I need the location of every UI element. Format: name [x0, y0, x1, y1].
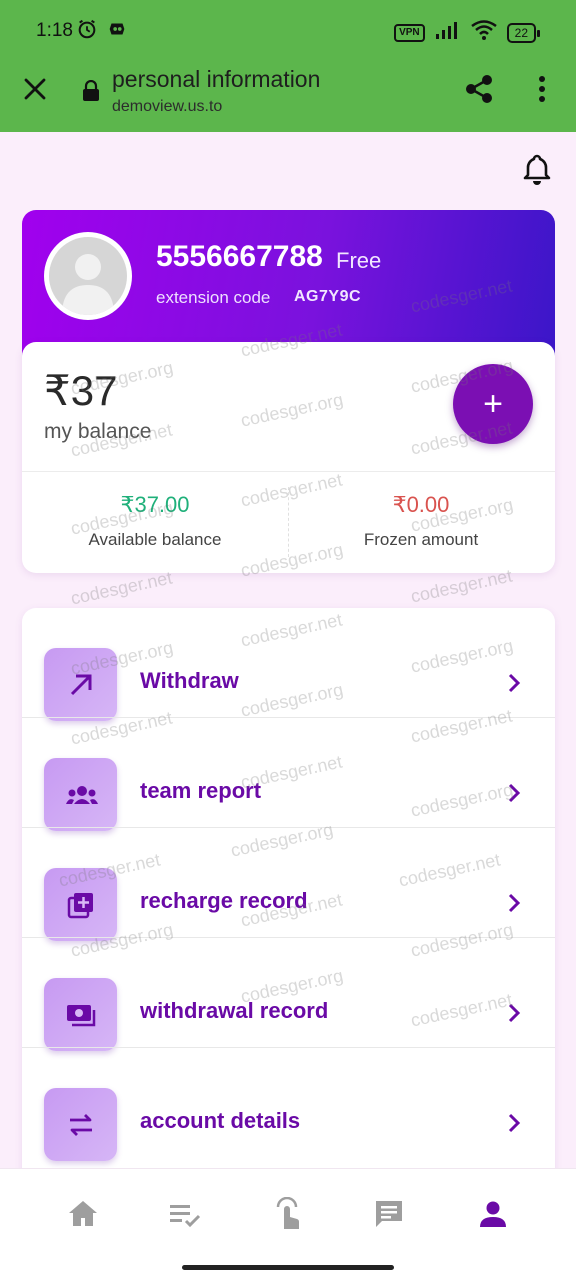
menu-item-label: recharge record: [140, 888, 308, 913]
balance-amount: ₹37: [44, 367, 118, 414]
group-icon: [44, 758, 117, 831]
chevron-right-icon: [506, 1002, 522, 1029]
battery-indicator: 22: [506, 22, 541, 43]
alarm-icon: [76, 18, 98, 45]
add-funds-button[interactable]: +: [453, 364, 533, 444]
app-notification-icon: [106, 18, 128, 45]
available-balance-value: ₹37.00: [120, 492, 190, 517]
browser-toolbar: personal information demoview.us.to: [0, 62, 576, 132]
share-icon: [466, 75, 492, 103]
close-icon: [24, 78, 46, 100]
divider: [22, 471, 555, 472]
watermark: codesger.net: [68, 567, 174, 609]
swap-icon: [44, 1088, 117, 1161]
menu-item-label: team report: [140, 778, 262, 803]
nav-chat-button[interactable]: [372, 1197, 412, 1233]
chevron-right-icon: [506, 1112, 522, 1139]
avatar[interactable]: [44, 232, 132, 320]
home-indicator: [182, 1265, 394, 1270]
available-balance-label: Available balance: [88, 530, 222, 549]
person-icon: [480, 1201, 506, 1227]
membership-tier: Free: [336, 248, 382, 273]
nav-home-button[interactable]: [66, 1197, 106, 1233]
home-icon: [69, 1201, 97, 1226]
user-phone: 5556667788: [156, 240, 323, 273]
frozen-amount-block: ₹0.00 Frozen amount: [288, 492, 554, 550]
payments-icon: [44, 978, 117, 1051]
wifi-icon: [470, 20, 497, 45]
status-bar: 1:18 VPN 22: [0, 0, 576, 62]
close-button[interactable]: [20, 74, 50, 104]
more-options-button[interactable]: [530, 74, 554, 109]
extension-code-value[interactable]: AG7Y9C: [294, 288, 361, 306]
frozen-amount-label: Frozen amount: [363, 530, 479, 549]
available-balance-block: ₹37.00 Available balance: [22, 492, 288, 550]
menu-item-label: withdrawal record: [140, 998, 329, 1023]
arrow-up-right-icon: [44, 648, 117, 721]
chevron-right-icon: [506, 672, 522, 699]
page-title: personal information: [112, 66, 321, 92]
nav-profile-button[interactable]: [476, 1197, 516, 1233]
nav-tasks-button[interactable]: [168, 1197, 208, 1233]
signal-icon: [435, 20, 461, 45]
menu-item-label: Withdraw: [140, 668, 239, 693]
menu-item-recharge-record[interactable]: recharge record: [22, 828, 555, 941]
vpn-badge: VPN: [394, 23, 425, 42]
balance-label: my balance: [44, 420, 152, 443]
menu-item-team-report[interactable]: team report: [22, 718, 555, 831]
bottom-navigation: [0, 1168, 576, 1280]
menu-item-withdraw[interactable]: Withdraw: [22, 608, 555, 721]
chat-icon: [376, 1201, 402, 1227]
menu-item-account-details[interactable]: account details: [22, 1048, 555, 1161]
more-vert-icon: [539, 76, 545, 102]
extension-code-label: extension code: [156, 288, 271, 307]
bell-icon: [523, 154, 551, 185]
share-button[interactable]: [462, 72, 496, 111]
list-check-icon: [170, 1205, 201, 1228]
nav-touch-button[interactable]: [270, 1196, 310, 1233]
top-bar: 1:18 VPN 22 personal information demovie…: [0, 0, 576, 132]
menu-list: Withdraw team report recharge record wit…: [22, 608, 555, 1188]
chevron-right-icon: [506, 782, 522, 809]
balance-card: ₹37 my balance + ₹37.00 Available balanc…: [22, 342, 555, 573]
chevron-right-icon: [506, 892, 522, 919]
touch-app-icon: [276, 1196, 300, 1229]
page-url[interactable]: demoview.us.to: [112, 98, 222, 116]
plus-icon: +: [483, 385, 503, 423]
avatar-placeholder-icon: [62, 254, 114, 315]
lock-icon: [82, 79, 100, 107]
add-to-queue-icon: [44, 868, 117, 941]
frozen-amount-value: ₹0.00: [392, 492, 450, 517]
menu-item-label: account details: [140, 1108, 301, 1133]
menu-item-withdrawal-record[interactable]: withdrawal record: [22, 938, 555, 1051]
notification-bell-button[interactable]: [520, 152, 554, 191]
status-time: 1:18: [36, 20, 73, 41]
